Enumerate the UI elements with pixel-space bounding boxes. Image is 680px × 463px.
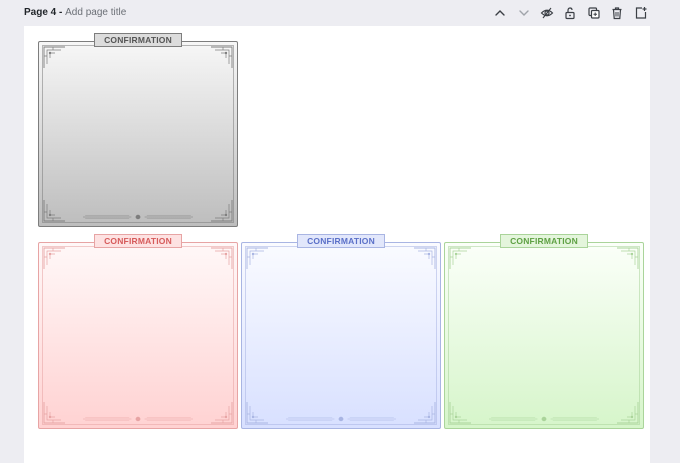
- corner-ornament: [209, 400, 235, 426]
- corner-ornament: [209, 198, 235, 224]
- corner-ornament: [41, 400, 67, 426]
- corner-ornament: [244, 400, 270, 426]
- eye-icon[interactable]: [539, 5, 555, 21]
- bottom-ornament: [83, 416, 193, 422]
- card-inner-border: [42, 246, 234, 425]
- card-inner-border: [448, 246, 640, 425]
- trash-icon[interactable]: [609, 5, 625, 21]
- confirmation-card-blue[interactable]: CONFIRMATION: [241, 234, 441, 429]
- corner-ornament: [244, 245, 270, 271]
- corner-ornament: [41, 44, 67, 70]
- card-title: CONFIRMATION: [94, 33, 182, 47]
- bottom-ornament: [83, 214, 193, 220]
- card-inner-border: [42, 45, 234, 223]
- page-title-input[interactable]: Add page title: [65, 7, 126, 18]
- card-inner-border: [245, 246, 437, 425]
- page-label: Page 4 - Add page title: [24, 7, 126, 18]
- corner-ornament: [41, 198, 67, 224]
- card-title: CONFIRMATION: [297, 234, 385, 248]
- design-canvas[interactable]: CONFIRMATION CONFIRMATION CONFIRMATION C…: [24, 26, 650, 463]
- corner-ornament: [615, 245, 641, 271]
- corner-ornament: [209, 245, 235, 271]
- corner-ornament: [41, 245, 67, 271]
- confirmation-card-red[interactable]: CONFIRMATION: [38, 234, 238, 429]
- confirmation-card-gray[interactable]: CONFIRMATION: [38, 33, 238, 227]
- card-title: CONFIRMATION: [94, 234, 182, 248]
- lock-icon[interactable]: [562, 5, 578, 21]
- page-number: Page 4: [24, 7, 57, 18]
- corner-ornament: [412, 400, 438, 426]
- confirmation-card-green[interactable]: CONFIRMATION: [444, 234, 644, 429]
- corner-ornament: [209, 44, 235, 70]
- corner-ornament: [447, 400, 473, 426]
- chevron-down-icon[interactable]: [516, 5, 532, 21]
- chevron-up-icon[interactable]: [492, 5, 508, 21]
- add-page-icon[interactable]: [633, 5, 649, 21]
- card-title: CONFIRMATION: [500, 234, 588, 248]
- bottom-ornament: [489, 416, 599, 422]
- corner-ornament: [447, 245, 473, 271]
- duplicate-icon[interactable]: [586, 5, 602, 21]
- page-header: Page 4 - Add page title: [0, 0, 680, 26]
- corner-ornament: [615, 400, 641, 426]
- corner-ornament: [412, 245, 438, 271]
- page-separator: -: [56, 7, 66, 18]
- bottom-ornament: [286, 416, 396, 422]
